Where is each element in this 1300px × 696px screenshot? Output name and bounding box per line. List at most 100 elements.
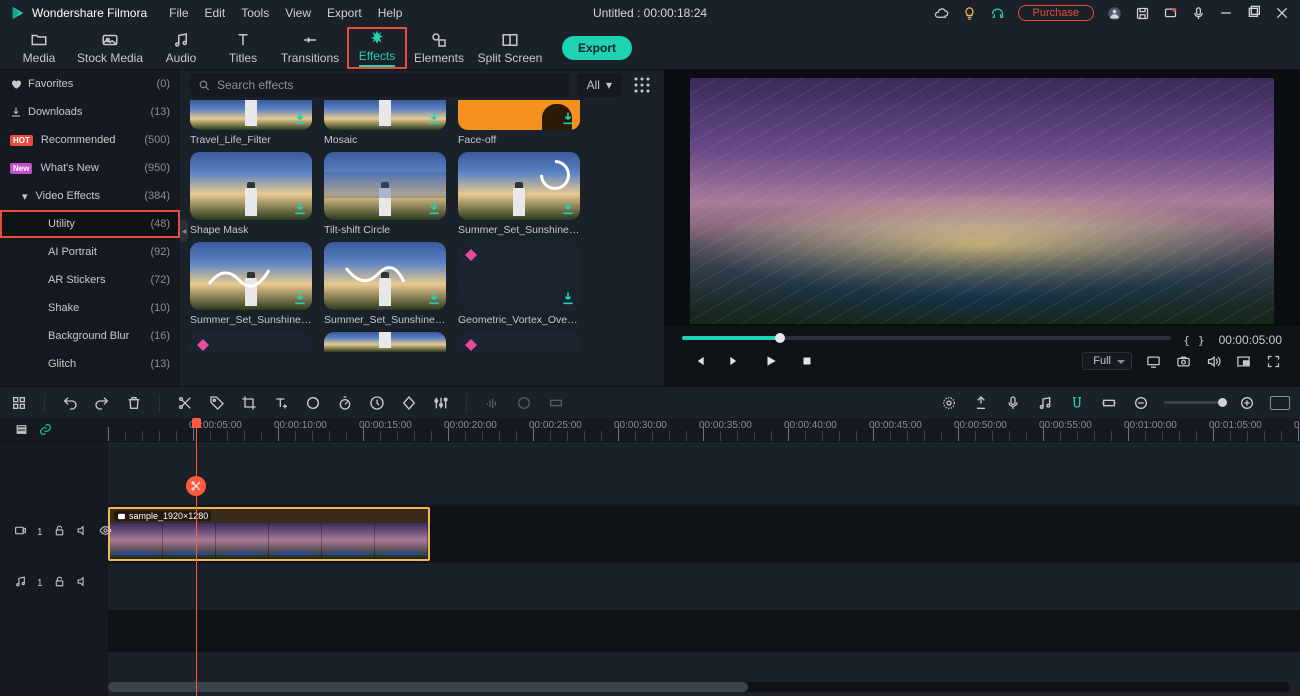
video-clip[interactable]: sample_1920×1280: [108, 507, 430, 561]
cloud-icon[interactable]: [934, 5, 950, 21]
sidebar-recommended[interactable]: HOTRecommended(500): [0, 126, 180, 154]
effect-card[interactable]: Summer_Set_Sunshine_...: [190, 242, 312, 326]
tab-transitions[interactable]: Transitions: [274, 26, 346, 70]
tab-split-screen[interactable]: Split Screen: [470, 26, 550, 70]
menu-file[interactable]: File: [161, 6, 196, 20]
tab-media[interactable]: Media: [8, 26, 70, 70]
menu-export[interactable]: Export: [319, 6, 370, 20]
redo-button[interactable]: [93, 394, 111, 412]
tool-grid-icon[interactable]: [10, 394, 28, 412]
zoom-slider[interactable]: [1164, 401, 1224, 404]
search-input[interactable]: Search effects: [190, 73, 569, 97]
menu-edit[interactable]: Edit: [197, 6, 234, 20]
mark-out[interactable]: }: [1198, 334, 1207, 347]
adjustment-icon[interactable]: [432, 394, 450, 412]
mute-icon[interactable]: [76, 575, 89, 591]
timeline-ruler[interactable]: 00:00:05:0000:00:10:0000:00:15:0000:00:2…: [108, 418, 1300, 442]
save-icon[interactable]: [1134, 5, 1150, 21]
playback-progress[interactable]: [682, 336, 1171, 340]
split-button[interactable]: [176, 394, 194, 412]
effect-card[interactable]: Tilt-shift Circle: [324, 152, 446, 236]
export-button[interactable]: Export: [562, 36, 632, 60]
speed-button[interactable]: [336, 394, 354, 412]
audio-mixer-icon[interactable]: [1036, 394, 1054, 412]
video-track[interactable]: sample_1920×1280: [108, 506, 1300, 562]
filter-dropdown[interactable]: All▾: [577, 73, 622, 97]
eye-icon[interactable]: [99, 524, 112, 540]
snapshot-icon[interactable]: [1174, 352, 1192, 370]
lightbulb-icon[interactable]: [962, 5, 978, 21]
sidebar-sub-shake[interactable]: Shake(10): [0, 294, 180, 322]
view-grid-icon[interactable]: [630, 73, 654, 97]
prev-frame-button[interactable]: [690, 352, 708, 370]
sidebar-sub-ar-stickers[interactable]: AR Stickers(72): [0, 266, 180, 294]
sidebar-downloads[interactable]: Downloads(13): [0, 98, 180, 126]
window-maximize[interactable]: [1246, 5, 1262, 21]
menu-view[interactable]: View: [277, 6, 319, 20]
audio-track[interactable]: [108, 564, 1300, 610]
target-icon[interactable]: [940, 394, 958, 412]
tab-elements[interactable]: Elements: [408, 26, 470, 70]
download-icon[interactable]: [560, 200, 576, 216]
sidebar-group-video-effects[interactable]: ▾Video Effects(384): [0, 182, 180, 210]
download-icon[interactable]: [560, 110, 576, 126]
split-at-playhead-icon[interactable]: [186, 476, 206, 496]
preview-viewport[interactable]: [664, 70, 1300, 326]
download-icon[interactable]: [426, 110, 442, 126]
window-minimize[interactable]: [1218, 5, 1234, 21]
window-close[interactable]: [1274, 5, 1290, 21]
effect-card[interactable]: [458, 332, 580, 352]
panel-collapse-handle[interactable]: [180, 220, 188, 242]
color-icon[interactable]: [304, 394, 322, 412]
timeline-scrollbar[interactable]: [108, 682, 1290, 692]
track-stack-icon[interactable]: [14, 423, 28, 437]
effect-card[interactable]: Summer_Set_Sunshine_...: [458, 152, 580, 236]
sidebar-sub-glitch[interactable]: Glitch(13): [0, 350, 180, 378]
effect-card[interactable]: Face-off: [458, 100, 580, 146]
avatar-icon[interactable]: [1106, 5, 1122, 21]
tab-titles[interactable]: Titles: [212, 26, 274, 70]
effect-card[interactable]: [324, 332, 446, 352]
sidebar-sub-background-blur[interactable]: Background Blur(16): [0, 322, 180, 350]
headset-icon[interactable]: [990, 5, 1006, 21]
mark-in[interactable]: {: [1183, 334, 1192, 347]
mute-icon[interactable]: [76, 524, 89, 540]
sidebar-sub-utility[interactable]: Utility(48): [0, 210, 180, 238]
download-icon[interactable]: [292, 290, 308, 306]
text-add-icon[interactable]: [272, 394, 290, 412]
snap-toggle[interactable]: [1068, 394, 1086, 412]
tab-audio[interactable]: Audio: [150, 26, 212, 70]
effect-card[interactable]: Travel_Life_Filter: [190, 100, 312, 146]
keyframe-icon[interactable]: [400, 394, 418, 412]
download-icon[interactable]: [426, 290, 442, 306]
sidebar-whats-new[interactable]: NewWhat's New(950): [0, 154, 180, 182]
sidebar-sub-ai-portrait[interactable]: AI Portrait(92): [0, 238, 180, 266]
effect-card[interactable]: Summer_Set_Sunshine_...: [324, 242, 446, 326]
stop-button[interactable]: [798, 352, 816, 370]
sidebar-favorites[interactable]: Favorites(0): [0, 70, 180, 98]
purchase-button[interactable]: Purchase: [1018, 5, 1094, 21]
play-button[interactable]: [762, 352, 780, 370]
zoom-out-button[interactable]: [1132, 394, 1150, 412]
fit-icon[interactable]: [1100, 394, 1118, 412]
tab-effects[interactable]: Effects: [346, 26, 408, 70]
crop-button[interactable]: [240, 394, 258, 412]
fullscreen-icon[interactable]: [1264, 352, 1282, 370]
download-icon[interactable]: [292, 110, 308, 126]
quality-dropdown[interactable]: Full: [1082, 352, 1132, 370]
effect-card[interactable]: Shape Mask: [190, 152, 312, 236]
download-icon[interactable]: [426, 200, 442, 216]
effect-card[interactable]: Geometric_Vortex_Overl...: [458, 242, 580, 326]
next-frame-button[interactable]: [726, 352, 744, 370]
record-vo-icon[interactable]: [1004, 394, 1022, 412]
zoom-fit-box[interactable]: [1270, 396, 1290, 410]
tag-icon[interactable]: [208, 394, 226, 412]
zoom-in-button[interactable]: [1238, 394, 1256, 412]
menu-tools[interactable]: Tools: [233, 6, 277, 20]
effect-card[interactable]: Mosaic: [324, 100, 446, 146]
mic-upload-icon[interactable]: [1190, 5, 1206, 21]
monitor-icon[interactable]: [1144, 352, 1162, 370]
delete-button[interactable]: [125, 394, 143, 412]
pip-icon[interactable]: [1234, 352, 1252, 370]
undo-button[interactable]: [61, 394, 79, 412]
